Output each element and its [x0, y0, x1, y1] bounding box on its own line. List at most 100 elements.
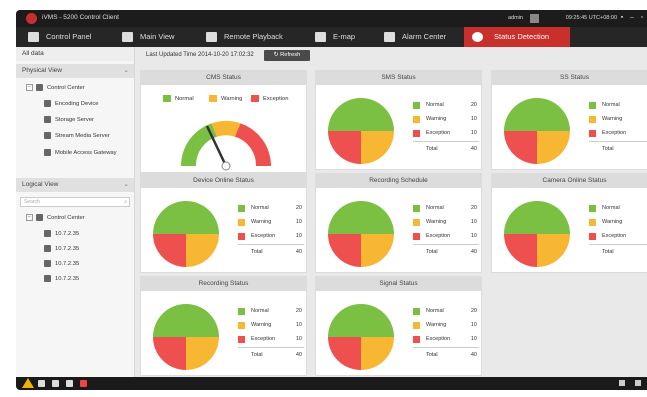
swatch: [413, 322, 420, 329]
tab-remote-playback[interactable]: Remote Playback: [206, 27, 306, 47]
maximize-icon[interactable]: ▫: [638, 14, 646, 22]
device-icon: [44, 259, 51, 267]
cms-status-panel: CMS Status Normal Warning Exception: [140, 70, 307, 173]
warning-icon[interactable]: [22, 378, 34, 388]
app-logo-icon: [26, 13, 37, 24]
ss-status-panel: SS StatusNormal20Warning10Exception10Tot…: [491, 70, 647, 170]
swatch: [413, 308, 420, 315]
lock-icon[interactable]: ▪: [618, 14, 626, 22]
tree-node-storage-server[interactable]: Storage Server: [44, 115, 94, 125]
collapse-icon[interactable]: −: [26, 83, 33, 91]
swatch: [413, 233, 420, 240]
swatch: [238, 205, 245, 212]
legend-normal: Normal20: [413, 101, 479, 111]
pie-slice-warning: [361, 234, 394, 267]
legend-exception: Exception10: [238, 335, 304, 345]
module-tabs: Control Panel Main View Remote Playback …: [16, 27, 647, 47]
speaker-icon[interactable]: [52, 380, 59, 387]
screen-icon[interactable]: [66, 380, 73, 387]
cms-gauge: [181, 120, 271, 171]
pie-slice-exception: [153, 337, 186, 370]
physical-view-header[interactable]: Physical View ⌄: [16, 64, 134, 78]
tab-e-map[interactable]: E-map: [315, 27, 375, 47]
gauge-normal-arc: [181, 123, 218, 166]
camera-icon[interactable]: [38, 380, 45, 387]
legend-normal: Normal20: [589, 204, 647, 214]
pie-slice-normal: [504, 98, 570, 131]
tree-node-mobile-access-gateway[interactable]: Mobile Access Gateway: [44, 148, 117, 158]
search-icon[interactable]: ⌕: [124, 198, 127, 206]
chevron-down-icon: ⌄: [123, 67, 129, 74]
pie-slice-normal: [328, 98, 394, 131]
tree-node-control-center[interactable]: − Control Center: [26, 83, 85, 93]
gateway-icon: [44, 148, 51, 156]
device-icon: [44, 274, 51, 282]
swatch: [238, 233, 245, 240]
tab-main-view[interactable]: Main View: [122, 27, 202, 47]
pie-chart: [328, 201, 394, 267]
pie-slice-warning: [186, 234, 219, 267]
swatch: [589, 116, 596, 123]
swatch: [413, 130, 420, 137]
legend-exception: Exception10: [238, 232, 304, 242]
pie-slice-normal: [504, 201, 570, 234]
legend-exception: Exception10: [413, 129, 479, 139]
username[interactable]: admin: [508, 15, 523, 21]
device-online-status-panel: Device Online Status Normal 20 Warning 10 Exc…: [140, 173, 307, 273]
tree-node-ip[interactable]: 10.7.2.35: [44, 229, 79, 239]
pie-slice-exception: [328, 131, 361, 164]
pie-icon: [472, 32, 483, 42]
gauge-hub: [221, 161, 231, 171]
building-icon: [36, 83, 43, 91]
fullscreen-icon[interactable]: [635, 380, 641, 386]
device-icon: [44, 244, 51, 252]
swatch: [589, 219, 596, 226]
alert-icon[interactable]: [80, 380, 87, 387]
tree-node-logical-control-center[interactable]: − Control Center: [26, 213, 85, 223]
user-icon[interactable]: [530, 14, 539, 23]
tab-control-panel[interactable]: Control Panel: [28, 27, 128, 47]
refresh-button[interactable]: ↻ Refresh: [264, 50, 310, 61]
device-icon: [44, 229, 51, 237]
legend-total: Total40: [426, 146, 477, 152]
all-data-label[interactable]: All data: [16, 47, 134, 61]
tree-node-ip[interactable]: 10.7.2.35: [44, 244, 79, 254]
legend-warning: Warning10: [413, 115, 479, 125]
tree-node-stream-media-server[interactable]: Stream Media Server: [44, 131, 110, 141]
pie-chart: [328, 98, 394, 164]
search-input[interactable]: Search ⌕: [20, 197, 130, 207]
building-icon: [36, 213, 43, 221]
legend-normal: Normal20: [413, 307, 479, 317]
legend-normal: Normal20: [238, 204, 304, 214]
pie-slice-normal: [328, 201, 394, 234]
recording-status-status-panel: Recording Status Normal 20 Warning 10 Excepti…: [140, 276, 307, 376]
pie-slice-warning: [361, 131, 394, 164]
pie-slice-exception: [504, 234, 537, 267]
encoder-icon: [44, 99, 51, 107]
tab-alarm-center[interactable]: Alarm Center: [384, 27, 464, 47]
swatch: [238, 308, 245, 315]
tree-node-encoding-device[interactable]: Encoding Device: [44, 99, 99, 109]
tree-node-ip[interactable]: 10.7.2.35: [44, 274, 79, 284]
tree-node-ip[interactable]: 10.7.2.35: [44, 259, 79, 269]
legend-total: Total40: [251, 249, 302, 255]
legend-warning: Warning10: [589, 115, 647, 125]
title-bar: iVMS - 5200 Control Client admin 09:25:4…: [16, 10, 647, 27]
legend-total: Total40: [426, 249, 477, 255]
swatch: [413, 102, 420, 109]
minimize-icon[interactable]: –: [628, 14, 636, 22]
pin-icon[interactable]: [619, 380, 625, 386]
clock: 09:25:45 UTC+08:00: [565, 15, 617, 21]
legend-normal: Normal20: [589, 101, 647, 111]
swatch: [413, 116, 420, 123]
legend-warning: Warning10: [413, 218, 479, 228]
alarm-icon: [384, 32, 395, 42]
tab-status-detection[interactable]: Status Detection: [464, 27, 570, 47]
swatch: [589, 130, 596, 137]
legend-normal: Normal20: [413, 204, 479, 214]
status-bar: [16, 377, 647, 390]
swatch: [589, 233, 596, 240]
logical-view-header[interactable]: Logical View ⌄: [16, 178, 134, 192]
recording-schedule-status-panel: Recording Schedule Normal 20 Warning 10 Excep…: [315, 173, 482, 273]
collapse-icon[interactable]: −: [26, 213, 33, 221]
